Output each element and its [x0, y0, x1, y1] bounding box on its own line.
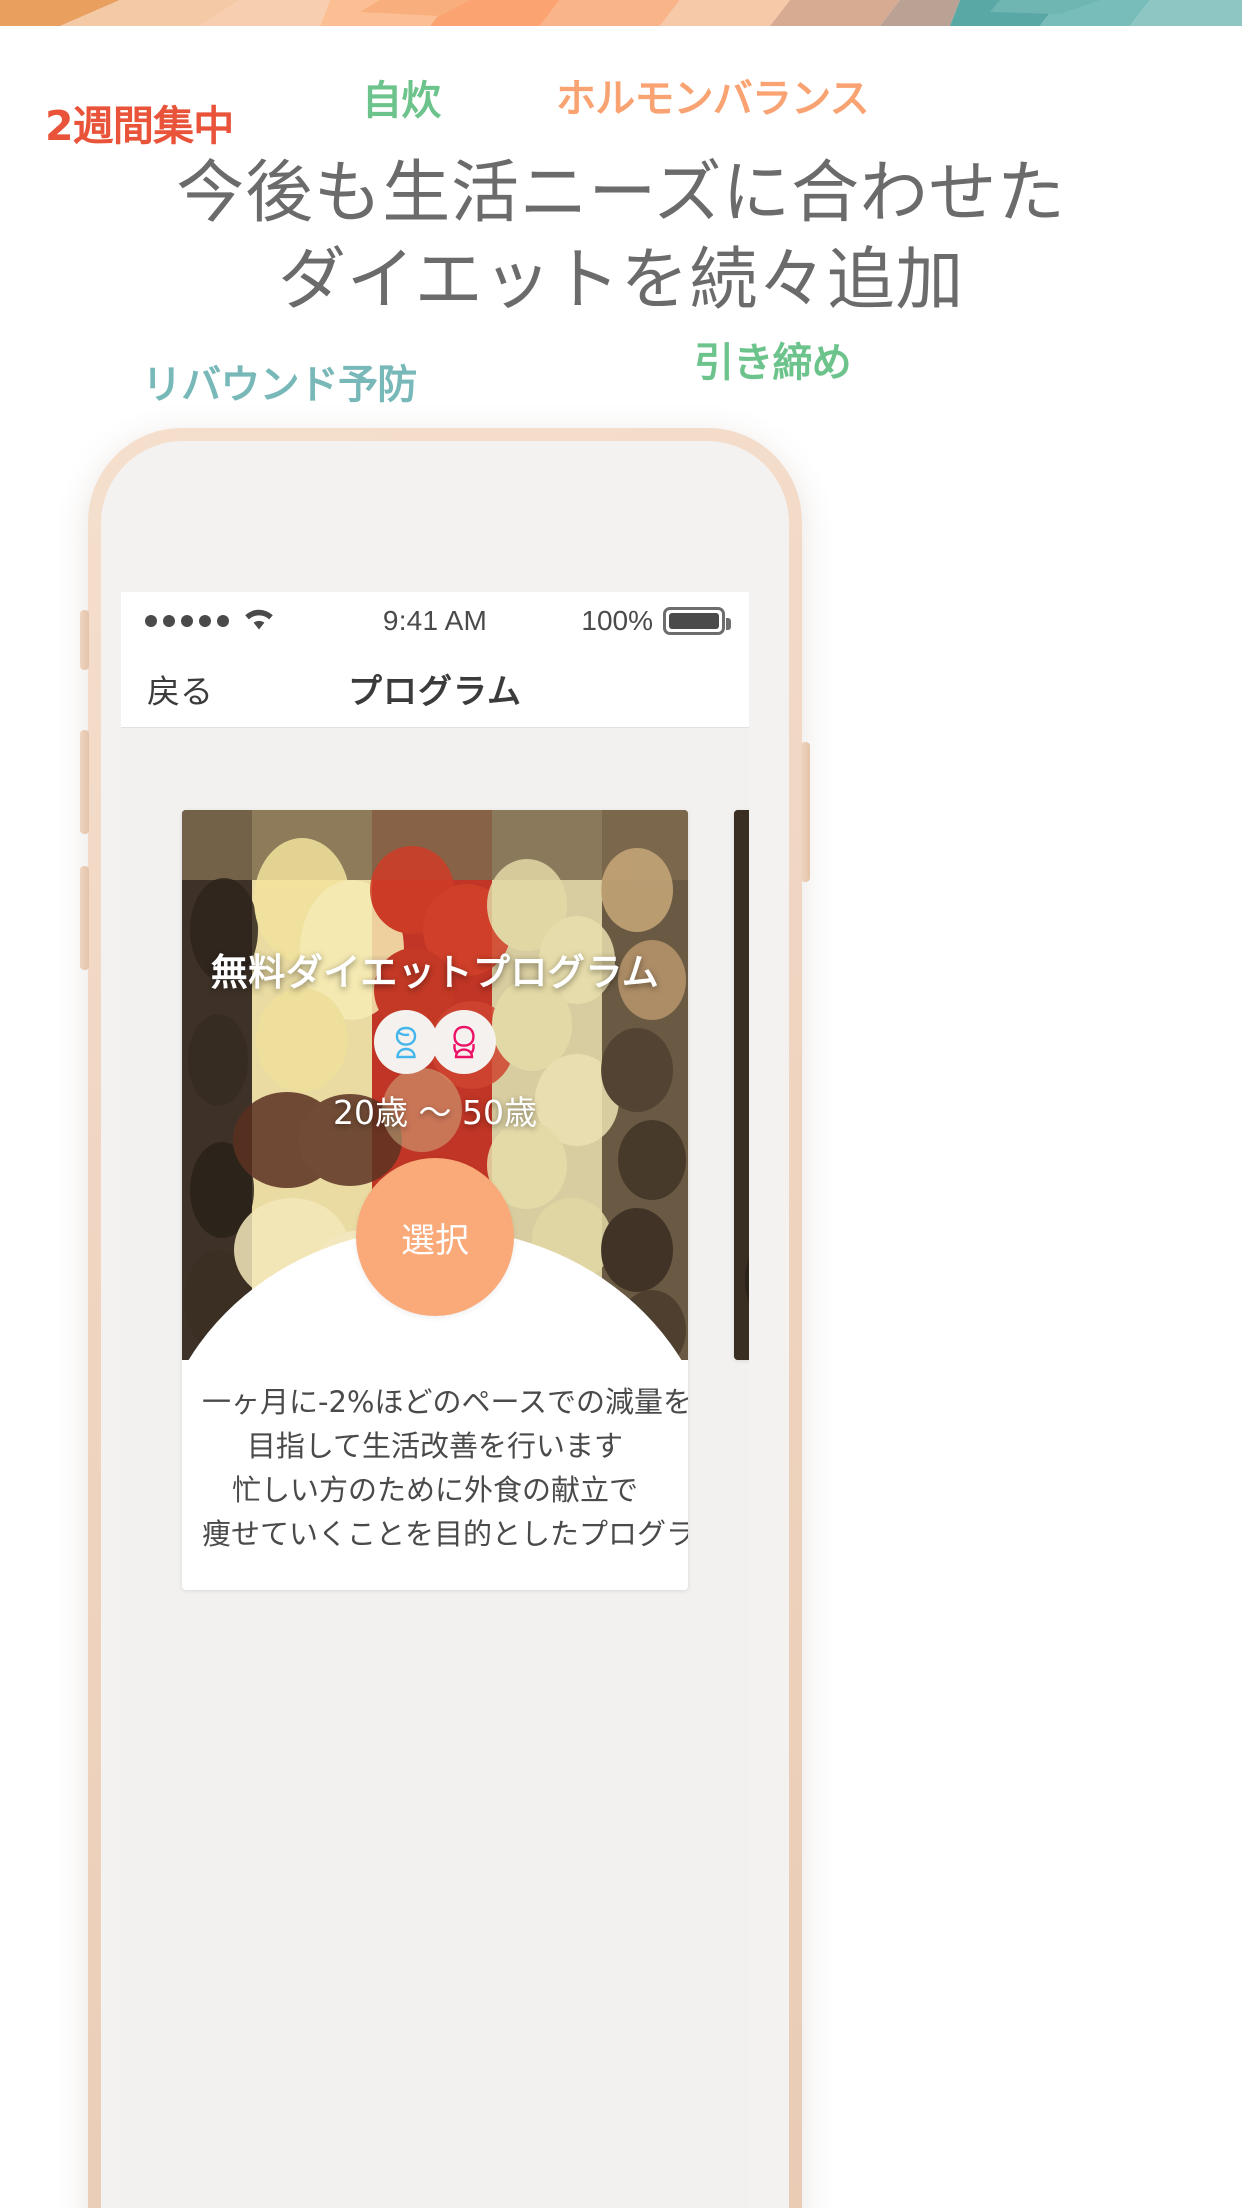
program-title: 無料ダイエットプログラム — [210, 951, 660, 994]
program-card[interactable]: 無料ダイエットプログラム 20歳 〜 50歳 選択 一ヶ月に-2%ほどのペースで… — [182, 810, 688, 1591]
tag-toning: 引き締め — [694, 340, 852, 386]
volume-up-button[interactable] — [80, 730, 89, 834]
program-description: 一ヶ月に-2%ほどのペースでの減量を 目指して生活改善を行います 忙しい方のため… — [182, 1360, 688, 1591]
select-button[interactable]: 選択 — [356, 1158, 514, 1316]
program-list-content: 無料ダイエットプログラム 20歳 〜 50歳 選択 一ヶ月に-2%ほどのペースで… — [121, 728, 749, 2208]
program-card-overlay: 無料ダイエットプログラム 20歳 〜 50歳 選択 — [182, 810, 688, 1360]
gender-badges — [182, 1010, 688, 1074]
program-card-carousel[interactable]: 無料ダイエットプログラム 20歳 〜 50歳 選択 一ヶ月に-2%ほどのペースで… — [121, 810, 749, 2208]
tag-home-cooking: 自炊 — [362, 78, 441, 124]
status-bar: 9:41 AM 100% — [121, 592, 749, 650]
female-avatar-icon — [432, 1010, 496, 1074]
volume-down-button[interactable] — [80, 866, 89, 970]
tag-two-week-intensive: 2週間集中 — [45, 102, 234, 150]
power-button[interactable] — [801, 742, 810, 882]
next-card-photo — [734, 810, 749, 1360]
hero-headline: 今後も生活ニーズに合わせた ダイエットを続々追加 — [0, 150, 1242, 324]
mute-switch[interactable] — [80, 610, 89, 670]
program-card-next-hero-image — [734, 810, 749, 1360]
description-line-2: 目指して生活改善を行います — [246, 1429, 624, 1464]
age-range-label: 20歳 〜 50歳 — [333, 1093, 537, 1132]
headline-line-2: ダイエットを続々追加 — [277, 241, 965, 321]
tag-rebound-prevention: リバウンド予防 — [142, 362, 417, 408]
description-line-3: 忙しい方のために外食の献立で — [231, 1473, 638, 1508]
top-polygon-decoration — [0, 0, 1242, 26]
description-line-1: 一ヶ月に-2%ほどのペースでの減量を — [202, 1385, 688, 1419]
phone-screen: 9:41 AM 100% 戻る プログラム 無料ダイエットプログラム 20歳 〜… — [121, 592, 749, 2208]
battery-full-icon — [663, 607, 731, 635]
description-line-4: 痩せていくことを目的としたプログラムです — [202, 1517, 688, 1552]
tag-hormone-balance: ホルモンバランス — [556, 76, 870, 122]
headline-line-1: 今後も生活ニーズに合わせた — [176, 154, 1066, 233]
program-card-hero-image: 無料ダイエットプログラム 20歳 〜 50歳 選択 — [182, 810, 688, 1360]
male-avatar-icon — [374, 1010, 438, 1074]
status-bar-clock: 9:41 AM — [382, 605, 488, 636]
page-root: 2週間集中 自炊 ホルモンバランス リバウンド予防 引き締め 今後も生活ニーズに… — [0, 0, 1242, 2208]
nav-bar: 戻る プログラム — [121, 650, 749, 728]
program-card-next[interactable] — [734, 810, 749, 1360]
page-title: プログラム — [348, 672, 522, 712]
